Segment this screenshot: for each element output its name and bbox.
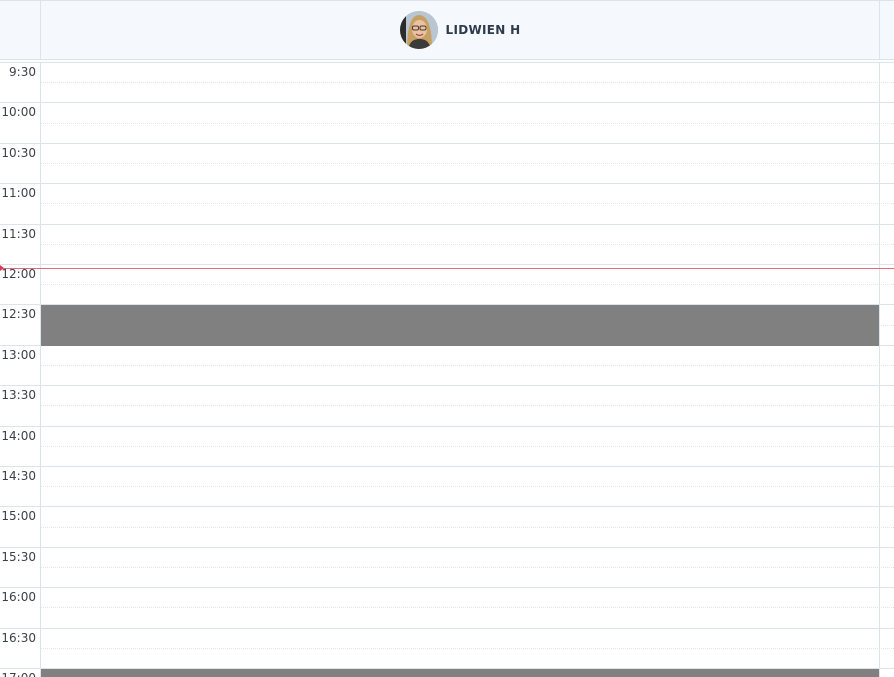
time-label: 9:30: [9, 65, 36, 79]
slot-subline: [41, 647, 894, 649]
slot-subline: [41, 243, 894, 245]
slot-line: [0, 425, 894, 427]
current-time-line: [0, 268, 894, 269]
slot-subline: [41, 486, 894, 488]
resource-day-column[interactable]: [41, 62, 879, 677]
slot-line: [0, 466, 894, 467]
slot-line: [0, 62, 894, 63]
time-label: 16:30: [1, 630, 36, 645]
scroll-gutter: [879, 62, 894, 677]
slot-line: [0, 223, 894, 225]
slot-line: [0, 102, 894, 104]
slot-line: [0, 264, 894, 265]
time-label: 17:00: [0, 671, 36, 677]
slot-subline: [41, 82, 894, 84]
resource-header-row: LIDWIEN H: [0, 0, 894, 60]
slot-subline: [41, 284, 894, 286]
slot-line: [0, 183, 894, 185]
busy-block[interactable]: [41, 669, 879, 677]
resource-name: LIDWIEN H: [445, 23, 521, 37]
slot-subline: [41, 203, 894, 205]
slot-line: [0, 627, 894, 629]
slot-line: [0, 587, 894, 589]
slot-subline: [41, 163, 894, 164]
time-label: 10:30: [1, 145, 36, 160]
schedule-body: 9:30 10:00 10:30 11:00 11:30 12:00 12:30 13:00 1…: [0, 62, 894, 677]
slot-line: [0, 142, 894, 144]
time-label: 13:00: [1, 347, 36, 362]
time-label: 14:30: [1, 469, 36, 483]
time-label: 11:30: [1, 226, 36, 241]
current-time-marker-icon: [0, 265, 4, 271]
time-label: 10:00: [1, 105, 36, 120]
slot-subline: [41, 122, 894, 124]
slot-subline: [41, 365, 894, 366]
time-label: 15:00: [1, 509, 36, 524]
time-label: 15:30: [1, 549, 36, 564]
time-label: 13:30: [1, 388, 36, 403]
header-scroll-gutter: [879, 1, 894, 59]
time-label: 16:00: [1, 590, 36, 605]
slot-line: [0, 546, 894, 548]
time-label: 14:00: [1, 428, 36, 443]
slot-subline: [41, 526, 894, 528]
day-view-calendar: LIDWIEN H 9:30 10:00 10:30 11:00 11:30 12:00 1…: [0, 0, 894, 677]
slot-subline: [41, 567, 894, 568]
resource-header[interactable]: LIDWIEN H: [41, 1, 879, 59]
slot-subline: [41, 445, 894, 447]
busy-block[interactable]: [41, 305, 879, 346]
time-label: 11:00: [1, 186, 36, 201]
header-time-gutter: [0, 1, 41, 59]
time-gutter: 9:30 10:00 10:30 11:00 11:30 12:00 12:30 13:00 1…: [0, 62, 41, 677]
time-label: 12:30: [1, 307, 36, 322]
slot-subline: [41, 607, 894, 609]
time-label: 12:00: [1, 267, 36, 281]
slot-line: [0, 506, 894, 508]
person-avatar-icon: [399, 11, 438, 49]
slot-subline: [41, 405, 894, 407]
slot-line: [0, 385, 894, 387]
